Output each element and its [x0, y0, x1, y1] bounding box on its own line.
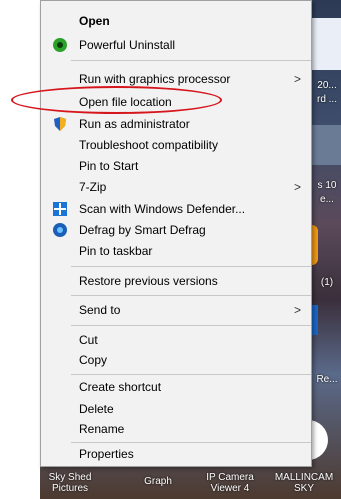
menu-item-rename[interactable]: Rename: [41, 419, 311, 439]
desktop-icon-label-ip-camera[interactable]: IP Camera Viewer 4: [195, 472, 265, 494]
desktop-icon-label-mallincam[interactable]: MALLINCAM SKY: [268, 472, 340, 494]
menu-item-7-zip[interactable]: 7-Zip >: [41, 177, 311, 197]
menu-item-label: Create shortcut: [79, 380, 162, 394]
menu-item-label: Run as administrator: [79, 117, 190, 131]
desktop-label: 20...: [317, 80, 337, 91]
menu-item-delete[interactable]: Delete: [41, 399, 311, 419]
menu-separator: [71, 295, 311, 296]
desktop-icon-label-graph[interactable]: Graph: [138, 476, 178, 487]
menu-item-create-shortcut[interactable]: Create shortcut: [41, 377, 311, 397]
menu-item-pin-to-start[interactable]: Pin to Start: [41, 156, 311, 176]
menu-item-pin-to-taskbar[interactable]: Pin to taskbar: [41, 241, 311, 261]
menu-item-defrag-by-smart-defrag[interactable]: Defrag by Smart Defrag: [41, 220, 311, 240]
menu-separator: [71, 325, 311, 326]
menu-item-powerful-uninstall[interactable]: Powerful Uninstall: [41, 35, 311, 55]
menu-item-copy[interactable]: Copy: [41, 350, 311, 370]
menu-item-label: Restore previous versions: [79, 274, 218, 288]
menu-item-cut[interactable]: Cut: [41, 330, 311, 350]
uninstall-icon: [53, 38, 67, 52]
menu-separator: [71, 266, 311, 267]
desktop-label: s 10: [317, 180, 337, 191]
chevron-right-icon: >: [293, 72, 301, 86]
menu-item-restore-previous-versions[interactable]: Restore previous versions: [41, 271, 311, 291]
menu-item-label: Troubleshoot compatibility: [79, 138, 218, 152]
desktop-label: (1): [320, 277, 334, 288]
context-menu: Open Powerful Uninstall Run with graphic…: [40, 0, 312, 467]
menu-item-label: 7-Zip: [79, 180, 107, 194]
menu-separator: [71, 442, 311, 443]
desktop-label: rd ...: [316, 94, 337, 105]
menu-item-label: Defrag by Smart Defrag: [79, 223, 206, 237]
menu-separator: [71, 60, 311, 61]
menu-item-label: Scan with Windows Defender...: [79, 202, 246, 216]
menu-item-label: Pin to taskbar: [79, 244, 153, 258]
windows-defender-icon: [53, 202, 67, 216]
menu-item-label: Cut: [79, 333, 98, 347]
menu-item-send-to[interactable]: Send to >: [41, 300, 311, 320]
menu-item-label: Open: [79, 14, 110, 28]
menu-item-label: Send to: [79, 303, 121, 317]
menu-item-run-as-administrator[interactable]: Run as administrator: [41, 114, 311, 134]
admin-shield-icon: [53, 117, 67, 131]
menu-item-label: Properties: [79, 447, 134, 461]
menu-item-troubleshoot-compatibility[interactable]: Troubleshoot compatibility: [41, 135, 311, 155]
desktop-label: e...: [320, 194, 334, 205]
menu-separator: [71, 374, 311, 375]
menu-item-label: Delete: [79, 402, 114, 416]
menu-item-open[interactable]: Open: [41, 11, 311, 31]
menu-item-label: Rename: [79, 422, 125, 436]
desktop-label: Re...: [316, 374, 338, 385]
chevron-right-icon: >: [293, 180, 301, 194]
menu-item-label: Pin to Start: [79, 159, 139, 173]
chevron-right-icon: >: [293, 303, 301, 317]
annotation-highlight-ring: [11, 86, 222, 114]
menu-item-scan-with-windows-defender[interactable]: Scan with Windows Defender...: [41, 199, 311, 219]
menu-item-label: Powerful Uninstall: [79, 38, 176, 52]
menu-item-properties[interactable]: Properties: [41, 444, 311, 464]
smart-defrag-icon: [53, 223, 67, 237]
menu-item-label: Copy: [79, 353, 108, 367]
desktop-icon-label-sky-shed[interactable]: Sky Shed Pictures: [42, 472, 98, 494]
